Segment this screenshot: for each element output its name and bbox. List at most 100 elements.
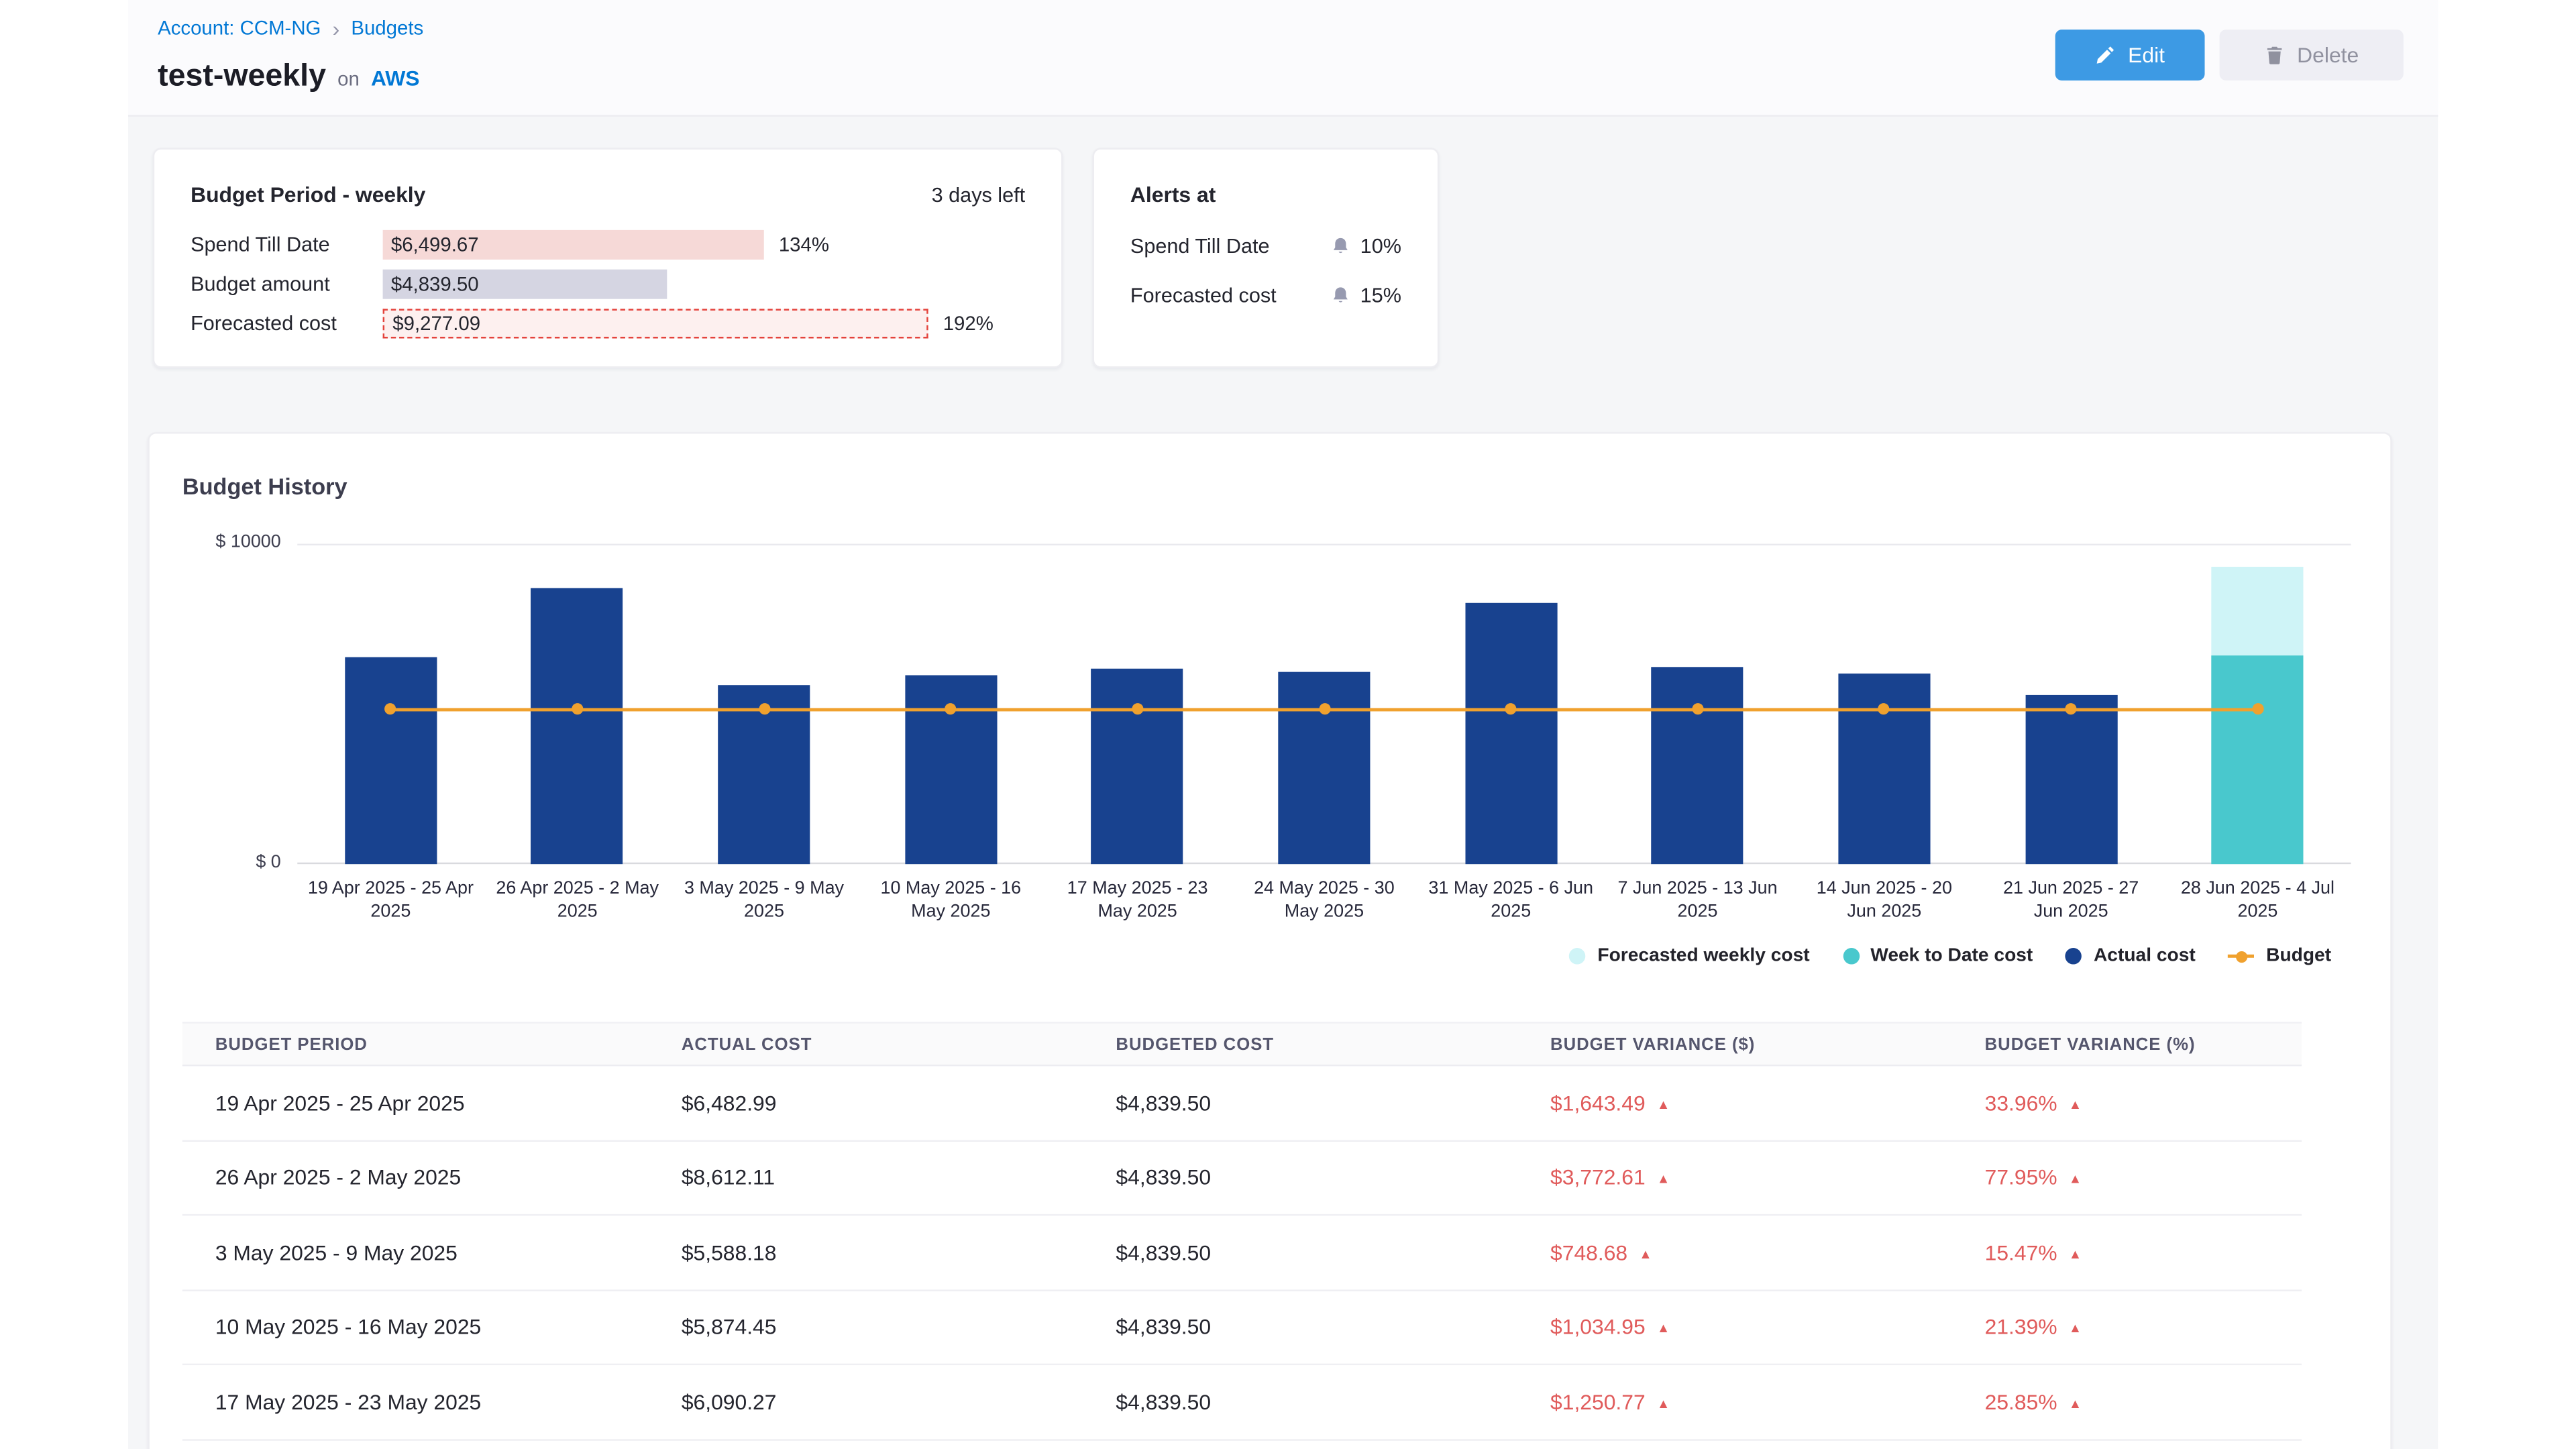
actual-cost-bar[interactable] (1465, 603, 1557, 864)
row-label: Budget amount (191, 273, 383, 296)
page: Account: CCM-NG › Budgets test-weekly on… (0, 0, 2576, 1449)
chart-column (1044, 544, 1230, 865)
cell-actual-cost: $5,588.18 (649, 1240, 1083, 1265)
actual-cost-bar[interactable] (345, 657, 437, 865)
forecasted-cost-bar: $9,277.09 (383, 309, 928, 338)
title-row: test-weekly on AWS (158, 59, 419, 95)
alert-label: Forecasted cost (1130, 284, 1277, 307)
budget-history-title: Budget History (182, 473, 347, 499)
cell-budget-variance-usd: $1,643.49▲ (1517, 1091, 1952, 1116)
forecasted-weekly-cost-bar[interactable] (2212, 567, 2304, 864)
x-axis-label: 21 Jun 2025 - 27 Jun 2025 (1978, 877, 2164, 924)
forecasted-cost-value: $9,277.09 (392, 312, 480, 335)
provider-link[interactable]: AWS (371, 66, 420, 91)
table-row[interactable]: 26 Apr 2025 - 2 May 2025$8,612.11$4,839.… (182, 1141, 2302, 1216)
column-header: BUDGETED COST (1083, 1034, 1517, 1054)
actual-cost-bar[interactable] (2025, 695, 2117, 864)
x-axis-label: 7 Jun 2025 - 13 Jun 2025 (1604, 877, 1790, 924)
x-axis-label: 31 May 2025 - 6 Jun 2025 (1417, 877, 1604, 924)
table-row[interactable]: 17 May 2025 - 23 May 2025$6,090.27$4,839… (182, 1365, 2302, 1440)
forecasted-cost-row: Forecasted cost $9,277.09 192% (191, 309, 1025, 338)
x-axis-label: 3 May 2025 - 9 May 2025 (671, 877, 857, 924)
chart-column (1417, 544, 1604, 865)
actual-cost-bar[interactable] (1091, 669, 1183, 864)
column-header: BUDGET VARIANCE (%) (1952, 1034, 2302, 1054)
cell-actual-cost: $6,482.99 (649, 1091, 1083, 1116)
budget-table-header: BUDGET PERIODACTUAL COSTBUDGETED COSTBUD… (182, 1022, 2302, 1066)
column-header: BUDGET VARIANCE ($) (1517, 1034, 1952, 1054)
bell-icon (1331, 237, 1350, 256)
breadcrumb: Account: CCM-NG › Budgets (158, 16, 423, 39)
delete-button[interactable]: Delete (2220, 30, 2404, 80)
budget-table-body: 19 Apr 2025 - 25 Apr 2025$6,482.99$4,839… (182, 1066, 2302, 1440)
legend-label: Actual cost (2094, 947, 2196, 966)
breadcrumb-chevron-icon: › (333, 17, 340, 39)
alert-threshold: 15% (1360, 284, 1401, 307)
chart-column (1791, 544, 1978, 865)
cell-budgeted-cost: $4,839.50 (1083, 1165, 1517, 1190)
actual-cost-bar[interactable] (1278, 672, 1370, 865)
forecast-percent-label: 192% (943, 312, 994, 335)
column-header: BUDGET PERIOD (182, 1034, 649, 1054)
chart-column (484, 544, 671, 865)
actual-cost-bar[interactable] (531, 588, 623, 864)
budget-amount-bar: $4,839.50 (383, 270, 667, 299)
days-left-label: 3 days left (932, 183, 1026, 206)
cell-actual-cost: $8,612.11 (649, 1165, 1083, 1190)
table-row[interactable]: 10 May 2025 - 16 May 2025$5,874.45$4,839… (182, 1291, 2302, 1365)
cell-budgeted-cost: $4,839.50 (1083, 1315, 1517, 1340)
cell-budget-variance-usd: $748.68▲ (1517, 1240, 1952, 1265)
breadcrumb-budgets-link[interactable]: Budgets (351, 16, 423, 39)
cell-budget-variance-pct: 21.39%▲ (1952, 1315, 2302, 1340)
page-title: test-weekly (158, 59, 326, 95)
legend-label: Forecasted weekly cost (1597, 947, 1809, 966)
cell-budgeted-cost: $4,839.50 (1083, 1240, 1517, 1265)
budget-period-title: Budget Period - weekly (191, 182, 425, 207)
budget-line-point[interactable] (572, 703, 583, 714)
alerts-card: Alerts at Spend Till Date 10% Forecasted… (1093, 148, 1440, 368)
table-row[interactable]: 3 May 2025 - 9 May 2025$5,588.18$4,839.5… (182, 1216, 2302, 1290)
row-label: Forecasted cost (191, 312, 383, 335)
legend-item[interactable]: Week to Date cost (1843, 947, 2033, 966)
week-to-date-cost-bar[interactable] (2212, 656, 2304, 864)
cell-actual-cost: $5,874.45 (649, 1315, 1083, 1340)
trend-up-icon: ▲ (2069, 1097, 2082, 1112)
trash-icon (2264, 44, 2286, 66)
legend-item[interactable]: Forecasted weekly cost (1570, 947, 1810, 966)
x-axis-label: 17 May 2025 - 23 May 2025 (1044, 877, 1230, 924)
actual-cost-bar[interactable] (1652, 667, 1743, 865)
legend-line-marker-icon (2229, 955, 2255, 958)
chart-column (671, 544, 857, 865)
column-header: ACTUAL COST (649, 1034, 1083, 1054)
legend-item[interactable]: Budget (2229, 947, 2331, 966)
legend-label: Week to Date cost (1870, 947, 2033, 966)
budget-line-point[interactable] (2252, 703, 2263, 714)
chart-column (297, 544, 484, 865)
delete-button-label: Delete (2297, 43, 2359, 68)
pencil-icon (2095, 44, 2116, 66)
budget-history-card: Budget History $ 10000 $ 0 19 Apr 2025 -… (148, 432, 2392, 1449)
legend-item[interactable]: Actual cost (2065, 947, 2195, 966)
legend-dot-icon (1843, 948, 1859, 964)
row-label: Spend Till Date (191, 233, 383, 256)
chart-columns (297, 544, 2351, 865)
x-axis-label: 10 May 2025 - 16 May 2025 (857, 877, 1044, 924)
spend-till-date-row: Spend Till Date $6,499.67 134% (191, 230, 1025, 260)
budget-period-card: Budget Period - weekly 3 days left Spend… (153, 148, 1063, 368)
title-on-word: on (337, 67, 360, 90)
cell-budget-period: 26 Apr 2025 - 2 May 2025 (182, 1165, 649, 1190)
cell-budget-variance-usd: $1,250.77▲ (1517, 1389, 1952, 1414)
breadcrumb-account-link[interactable]: Account: CCM-NG (158, 16, 321, 39)
budget-line-point[interactable] (1692, 703, 1703, 714)
cell-budgeted-cost: $4,839.50 (1083, 1091, 1517, 1116)
legend-label: Budget (2266, 947, 2331, 966)
budget-line-point[interactable] (1132, 703, 1143, 714)
x-axis-label: 19 Apr 2025 - 25 Apr 2025 (297, 877, 484, 924)
alert-spend-till-date: Spend Till Date 10% (1094, 235, 1438, 258)
actual-cost-bar[interactable] (1838, 674, 1930, 864)
edit-button[interactable]: Edit (2055, 30, 2205, 80)
table-row[interactable]: 19 Apr 2025 - 25 Apr 2025$6,482.99$4,839… (182, 1066, 2302, 1140)
trend-up-icon: ▲ (1657, 1097, 1670, 1112)
cell-budget-period: 3 May 2025 - 9 May 2025 (182, 1240, 649, 1265)
spend-till-date-bar: $6,499.67 (383, 230, 764, 260)
